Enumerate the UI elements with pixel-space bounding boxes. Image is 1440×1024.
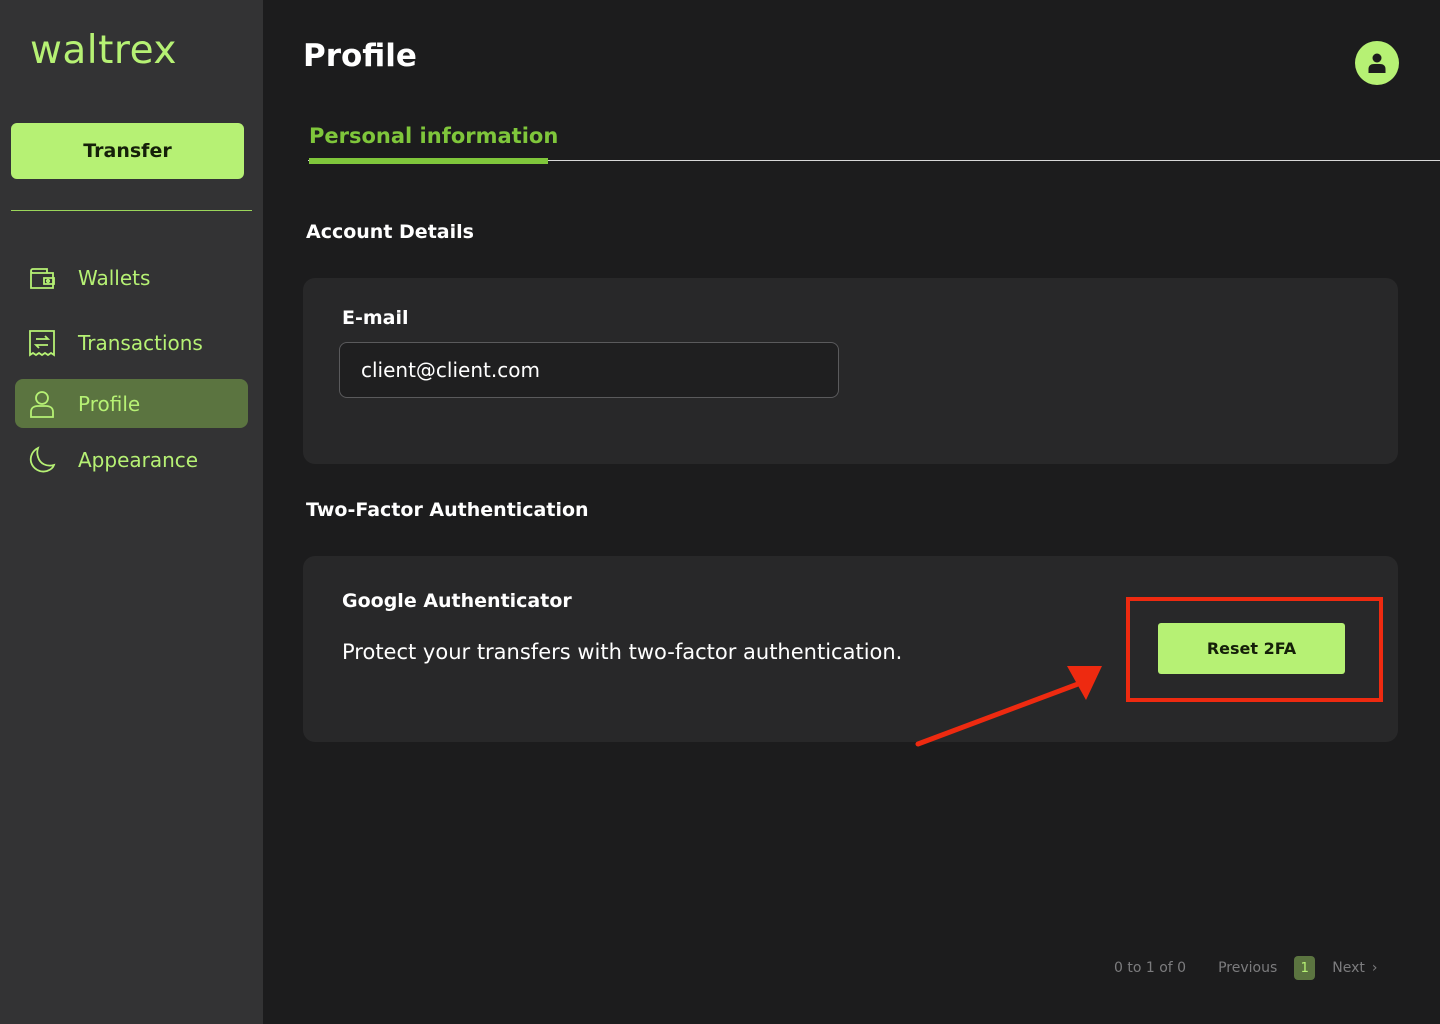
tab-active-indicator xyxy=(309,158,548,164)
user-icon xyxy=(27,389,57,419)
email-label: E-mail xyxy=(342,307,409,329)
sidebar-item-label: Profile xyxy=(78,391,141,416)
sidebar-item-transactions[interactable]: Transactions xyxy=(15,318,248,367)
sidebar-item-profile[interactable]: Profile xyxy=(15,379,248,428)
highlight-box xyxy=(1126,597,1383,702)
pagination-page[interactable]: 1 xyxy=(1294,956,1316,980)
sidebar-item-label: Wallets xyxy=(78,265,151,290)
user-avatar-button[interactable] xyxy=(1355,41,1399,85)
page-title: Profile xyxy=(303,38,417,74)
sidebar-item-appearance[interactable]: Appearance xyxy=(15,435,248,484)
user-avatar-icon xyxy=(1368,53,1386,73)
pagination-next-label: Next xyxy=(1332,960,1365,976)
pagination-previous[interactable]: Previous xyxy=(1218,960,1277,976)
moon-icon xyxy=(27,445,57,475)
section-title-two-factor: Two-Factor Authentication xyxy=(306,499,589,521)
pagination-range: 0 to 1 of 0 xyxy=(1114,960,1187,976)
email-field[interactable] xyxy=(339,342,839,398)
sidebar: waltrex Transfer Wallets Transactions Pr… xyxy=(0,0,263,1024)
two-factor-description: Protect your transfers with two-factor a… xyxy=(342,640,903,664)
sidebar-divider xyxy=(11,210,252,211)
wallet-icon xyxy=(27,263,57,293)
pagination-next[interactable]: Next › xyxy=(1332,960,1377,976)
tab-personal-information[interactable]: Personal information xyxy=(309,124,558,148)
annotation-arrow-icon xyxy=(915,666,1102,747)
section-title-account-details: Account Details xyxy=(306,221,474,243)
sidebar-item-wallets[interactable]: Wallets xyxy=(15,253,248,302)
sidebar-item-label: Transactions xyxy=(78,330,203,355)
sidebar-item-label: Appearance xyxy=(78,447,199,472)
logo: waltrex xyxy=(30,28,177,73)
pagination: 0 to 1 of 0 Previous 1 Next › xyxy=(1114,955,1377,981)
google-authenticator-title: Google Authenticator xyxy=(342,590,572,612)
transfer-button[interactable]: Transfer xyxy=(11,123,244,179)
chevron-right-icon: › xyxy=(1371,960,1378,976)
receipt-icon xyxy=(27,328,57,358)
